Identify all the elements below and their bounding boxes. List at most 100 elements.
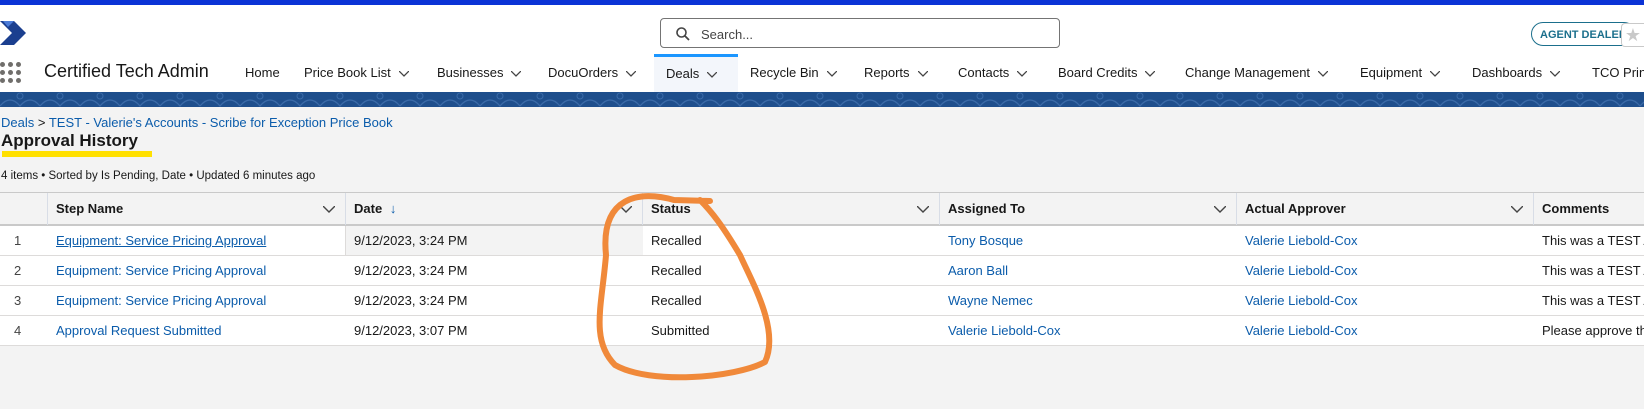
breadcrumb-deals-link[interactable]: Deals [1,115,34,130]
column-label: Date [354,201,383,216]
nav-item-dashboards[interactable]: Dashboards [1472,54,1561,92]
title-highlight-mark [2,151,152,157]
step-name-link[interactable]: Approval Request Submitted [48,316,346,345]
assigned-to-link[interactable]: Aaron Ball [940,256,1237,285]
column-header-status[interactable]: Status [643,193,940,225]
nav-item-label: Equipment [1360,65,1423,80]
nav-item-equipment[interactable]: Equipment [1360,54,1441,92]
table-row[interactable]: 3 Equipment: Service Pricing Approval 9/… [0,286,1644,316]
actual-approver-link[interactable]: Valerie Liebold-Cox [1237,256,1534,285]
nav-item-docuorders[interactable]: DocuOrders [548,54,637,92]
row-number: 4 [14,323,22,338]
search-input[interactable] [699,22,1053,46]
nav-item-label: TCO Printe [1592,65,1644,80]
status-cell: Recalled [651,293,702,308]
nav-item-price-book-list[interactable]: Price Book List [304,54,409,92]
row-number: 1 [14,233,22,248]
comments-cell: This was a TEST A [1542,233,1644,248]
table-row[interactable]: 1 Equipment: Service Pricing Approval 9/… [0,226,1644,256]
sort-arrow-icon: ↓ [389,201,397,216]
chevron-down-icon[interactable] [511,70,522,77]
nav-item-deals[interactable]: Deals [654,54,738,92]
nav-item-label: Recycle Bin [750,65,819,80]
chevron-down-icon[interactable] [1145,70,1156,77]
date-cell: 9/12/2023, 3:24 PM [354,263,468,278]
company-logo-icon[interactable] [0,17,30,49]
breadcrumb-record-link[interactable]: TEST - Valerie's Accounts - Scribe for E… [49,115,393,130]
status-cell: Recalled [651,263,702,278]
chevron-down-icon[interactable] [707,71,718,78]
chevron-down-icon[interactable] [826,70,837,77]
chevron-down-icon[interactable] [1550,70,1561,77]
row-number-header [0,193,48,225]
chevron-down-icon[interactable] [398,70,409,77]
chevron-down-icon[interactable] [1214,206,1226,214]
step-name-link[interactable]: Equipment: Service Pricing Approval [48,256,346,285]
step-name-link[interactable]: Equipment: Service Pricing Approval [48,226,346,255]
chevron-down-icon[interactable] [620,206,632,214]
status-cell: Recalled [651,233,702,248]
nav-item-label: Contacts [958,65,1010,80]
step-name-link[interactable]: Equipment: Service Pricing Approval [48,286,346,315]
column-label: Status [651,201,691,216]
column-label: Actual Approver [1245,201,1346,216]
actual-approver-link[interactable]: Valerie Liebold-Cox [1237,226,1534,255]
column-header-actual-approver[interactable]: Actual Approver [1237,193,1534,225]
column-header-step-name[interactable]: Step Name [48,193,346,225]
actual-approver-link[interactable]: Valerie Liebold-Cox [1237,316,1534,345]
chevron-down-icon[interactable] [1017,70,1028,77]
app-nav-bar: Certified Tech Admin Home Price Book Lis… [0,54,1644,92]
page-banner [0,92,1644,107]
nav-item-label: Reports [864,65,910,80]
favorite-star-icon[interactable]: ★ [1621,23,1644,47]
chevron-down-icon[interactable] [626,70,637,77]
nav-item-businesses[interactable]: Businesses [437,54,522,92]
table-row[interactable]: 2 Equipment: Service Pricing Approval 9/… [0,256,1644,286]
date-cell: 9/12/2023, 3:24 PM [346,226,643,255]
nav-item-board-credits[interactable]: Board Credits [1058,54,1156,92]
nav-item-label: Price Book List [304,65,391,80]
row-number: 3 [14,293,22,308]
column-header-assigned-to[interactable]: Assigned To [940,193,1237,225]
nav-item-label: Deals [666,66,700,81]
actual-approver-link[interactable]: Valerie Liebold-Cox [1237,286,1534,315]
app-launcher-icon[interactable] [0,62,22,84]
page-title: Approval History [1,131,138,150]
nav-item-contacts[interactable]: Contacts [958,54,1028,92]
chevron-down-icon[interactable] [323,206,335,214]
assigned-to-link[interactable]: Tony Bosque [940,226,1237,255]
app-name: Certified Tech Admin [44,61,209,81]
global-search[interactable] [660,18,1060,48]
nav-item-change-management[interactable]: Change Management [1185,54,1329,92]
assigned-to-link[interactable]: Valerie Liebold-Cox [940,316,1237,345]
chevron-down-icon[interactable] [1430,70,1441,77]
nav-item-label: Board Credits [1058,65,1138,80]
column-header-comments[interactable]: Comments [1534,193,1644,225]
column-label: Step Name [56,201,124,216]
breadcrumb-separator: > [37,115,46,130]
nav-item-tco-printers[interactable]: TCO Printe [1592,54,1644,92]
breadcrumb: Deals > TEST - Valerie's Accounts - Scri… [1,115,393,130]
nav-item-reports[interactable]: Reports [864,54,928,92]
chevron-down-icon[interactable] [1318,70,1329,77]
nav-item-label: Businesses [437,65,504,80]
date-cell: 9/12/2023, 3:24 PM [354,293,468,308]
date-cell: 9/12/2023, 3:07 PM [354,323,468,338]
comments-cell: This was a TEST A [1542,293,1644,308]
column-header-date[interactable]: Date ↓ [346,193,643,225]
table-header: Step Name Date ↓ Status Assigned To Actu… [0,192,1644,226]
row-number: 2 [14,263,22,278]
nav-item-recycle-bin[interactable]: Recycle Bin [750,54,837,92]
step-name-text[interactable]: Equipment: Service Pricing Approval [56,233,266,248]
nav-item-home[interactable]: Home [245,54,280,92]
chevron-down-icon[interactable] [917,70,928,77]
chevron-down-icon[interactable] [917,206,929,214]
nav-item-label: Home [245,65,280,80]
column-label: Assigned To [948,201,1026,216]
chevron-down-icon[interactable] [1511,206,1523,214]
global-header: AGENT DEALER ★ [0,5,1644,54]
nav-item-label: Change Management [1185,65,1311,80]
assigned-to-link[interactable]: Wayne Nemec [940,286,1237,315]
list-info: 4 items • Sorted by Is Pending, Date • U… [1,170,316,182]
table-row[interactable]: 4 Approval Request Submitted 9/12/2023, … [0,316,1644,346]
